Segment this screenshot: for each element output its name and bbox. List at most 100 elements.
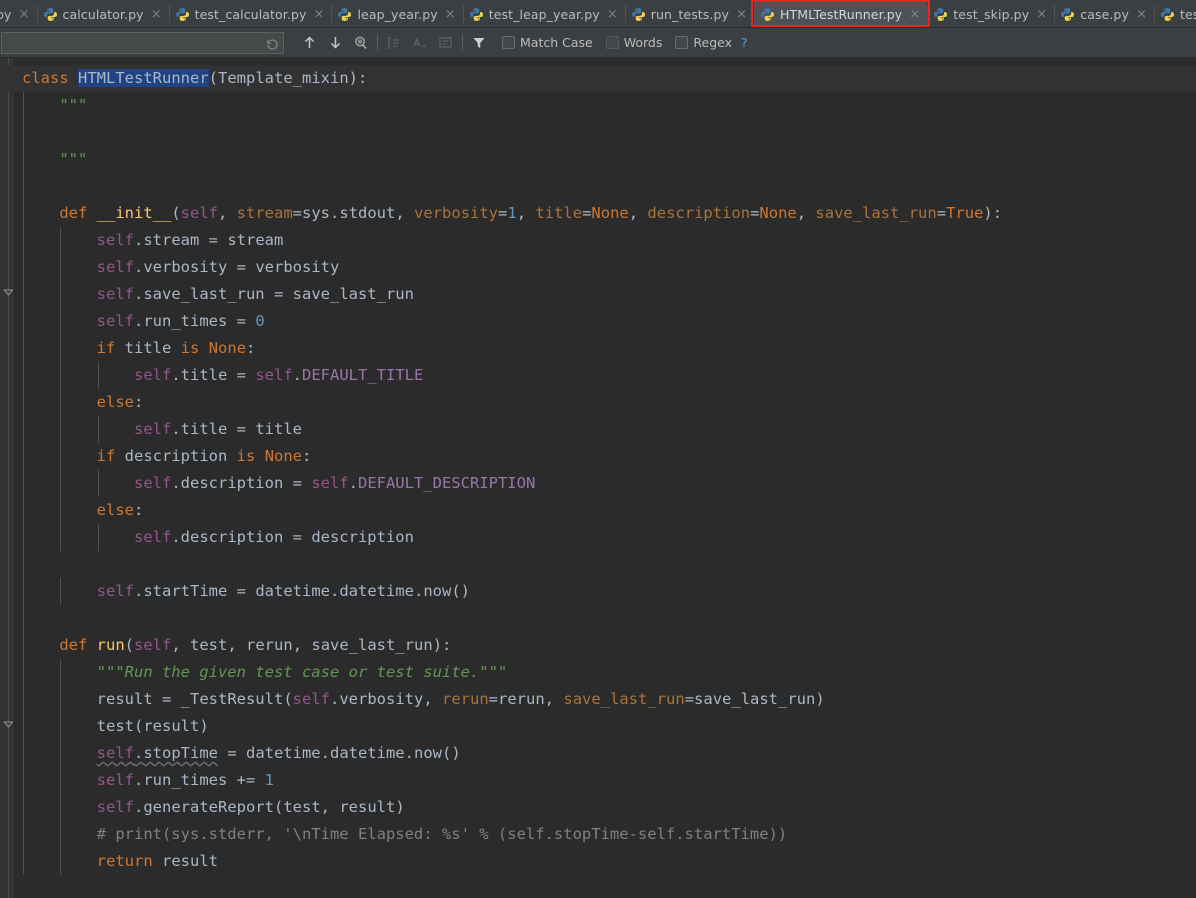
code-line-text: return result [96, 852, 218, 870]
indent-guide [23, 227, 24, 254]
indent-guide [23, 416, 24, 443]
editor-tab-HTMLTestRunner-py[interactable]: HTMLTestRunner.py × [754, 0, 928, 27]
filter-button[interactable] [467, 31, 491, 55]
code-line-text: else: [96, 501, 144, 519]
editor-tab-test_calculator-py[interactable]: test_calculator.py × [168, 0, 332, 27]
find-previous-button[interactable] [297, 31, 321, 55]
close-icon[interactable]: × [909, 8, 920, 21]
indent-guide [23, 362, 24, 389]
indent-guide [60, 740, 62, 767]
editor-tab-case-py[interactable]: case.py × [1054, 0, 1154, 27]
indent-guide [60, 686, 62, 713]
python-file-icon [1060, 7, 1075, 22]
code-line[interactable]: def run(self, test, rerun, save_last_run… [0, 632, 1196, 659]
indent-guide [23, 794, 24, 821]
indent-guide [23, 659, 24, 686]
close-icon[interactable]: × [607, 8, 618, 21]
code-line[interactable]: test(result) [0, 713, 1196, 740]
close-icon[interactable]: × [736, 8, 747, 21]
indent-guide [60, 659, 62, 686]
code-content[interactable]: class HTMLTestRunner(Template_mixin): ""… [0, 58, 1196, 898]
code-line[interactable]: return result [0, 848, 1196, 875]
select-all-occurrences-button[interactable] [349, 31, 373, 55]
search-input[interactable] [2, 32, 283, 53]
code-line[interactable]: self.title = self.DEFAULT_TITLE [0, 362, 1196, 389]
editor-tab-py[interactable]: py × [0, 0, 37, 27]
indent-guide [23, 497, 24, 524]
code-line-text: if title is None: [96, 339, 256, 357]
toolbar-separator [377, 34, 378, 51]
code-line[interactable]: self.description = self.DEFAULT_DESCRIPT… [0, 470, 1196, 497]
indent-guide [60, 362, 62, 389]
code-line[interactable]: if description is None: [0, 443, 1196, 470]
code-line[interactable] [0, 605, 1196, 632]
editor-tab-run_tests-py[interactable]: run_tests.py × [624, 0, 755, 27]
regex-checkbox[interactable]: Regex [675, 35, 732, 50]
code-line[interactable]: self.verbosity = verbosity [0, 254, 1196, 281]
code-line[interactable]: class HTMLTestRunner(Template_mixin): [0, 65, 1196, 92]
indent-guide [23, 443, 24, 470]
find-next-button[interactable] [323, 31, 347, 55]
code-line[interactable] [0, 119, 1196, 146]
code-line[interactable]: self.stream = stream [0, 227, 1196, 254]
code-line[interactable]: """ [0, 146, 1196, 173]
indent-guide [23, 551, 24, 578]
code-line[interactable]: self.stopTime = datetime.datetime.now() [0, 740, 1196, 767]
editor-tab-test_fixture-py[interactable]: test_fixture.py× [1153, 0, 1196, 27]
editor-tab-calculator-py[interactable]: calculator.py × [36, 0, 169, 27]
indent-guide [60, 227, 62, 254]
indent-guide [23, 470, 24, 497]
regex-checkbox-box[interactable] [675, 36, 689, 49]
code-line[interactable]: """Run the given test case or test suite… [0, 659, 1196, 686]
close-icon[interactable]: × [151, 8, 162, 21]
indent-guide [60, 254, 62, 281]
words-checkbox[interactable]: Words [605, 35, 663, 50]
editor-tab-test_leap_year-py[interactable]: test_leap_year.py × [462, 0, 625, 27]
find-help-link[interactable]: ? [741, 35, 748, 50]
code-line-text: self.verbosity = verbosity [96, 258, 340, 276]
code-line[interactable]: result = _TestResult(self.verbosity, rer… [0, 686, 1196, 713]
editor-tab-leap_year-py[interactable]: leap_year.py × [331, 0, 463, 27]
code-line[interactable]: self.title = title [0, 416, 1196, 443]
close-icon[interactable]: × [1036, 8, 1047, 21]
code-line[interactable]: self.run_times += 1 [0, 767, 1196, 794]
code-line[interactable] [0, 173, 1196, 200]
indent-guide [23, 335, 24, 362]
close-icon[interactable]: × [313, 8, 325, 21]
match-case-checkbox[interactable]: Match Case [502, 35, 593, 50]
multiline-button[interactable] [434, 31, 458, 55]
code-line[interactable]: self.run_times = 0 [0, 308, 1196, 335]
find-in-file-toolbar[interactable]: Match Case Words Regex ? [0, 28, 1196, 58]
code-line[interactable]: self.startTime = datetime.datetime.now() [0, 578, 1196, 605]
words-label: Words [623, 35, 663, 50]
close-icon[interactable]: × [19, 8, 30, 21]
search-history-icon[interactable] [265, 36, 279, 50]
python-file-icon [337, 7, 352, 22]
code-line[interactable]: if title is None: [0, 335, 1196, 362]
code-line[interactable]: def __init__(self, stream=sys.stdout, ve… [0, 200, 1196, 227]
code-line[interactable]: else: [0, 497, 1196, 524]
search-field-wrapper[interactable] [1, 31, 284, 54]
editor-tab-label: py [0, 6, 12, 22]
regex-label: Regex [693, 35, 732, 50]
code-line-text: self.save_last_run = save_last_run [96, 285, 414, 303]
code-line-text: class HTMLTestRunner(Template_mixin): [22, 69, 368, 87]
code-line[interactable] [0, 551, 1196, 578]
editor-tab-bar[interactable]: py×calculator.py×test_calculator.py×leap… [0, 0, 1196, 28]
code-line[interactable]: self.description = description [0, 524, 1196, 551]
code-line[interactable]: else: [0, 389, 1196, 416]
code-line[interactable]: # print(sys.stderr, '\nTime Elapsed: %s'… [0, 821, 1196, 848]
match-case-checkbox-box[interactable] [502, 36, 515, 49]
preserve-case-button[interactable] [408, 31, 432, 55]
words-checkbox-box[interactable] [605, 36, 619, 49]
close-icon[interactable]: × [445, 8, 456, 21]
in-selection-button[interactable] [382, 31, 406, 55]
find-options-group: Match Case Words Regex ? [502, 35, 748, 50]
code-line[interactable]: """ [0, 92, 1196, 119]
code-line[interactable]: self.save_last_run = save_last_run [0, 281, 1196, 308]
indent-guide [23, 740, 24, 767]
close-icon[interactable]: × [1136, 8, 1147, 21]
code-line[interactable]: self.generateReport(test, result) [0, 794, 1196, 821]
editor-tab-test_skip-py[interactable]: test_skip.py × [927, 0, 1055, 27]
code-editor[interactable]: class HTMLTestRunner(Template_mixin): ""… [0, 58, 1196, 898]
